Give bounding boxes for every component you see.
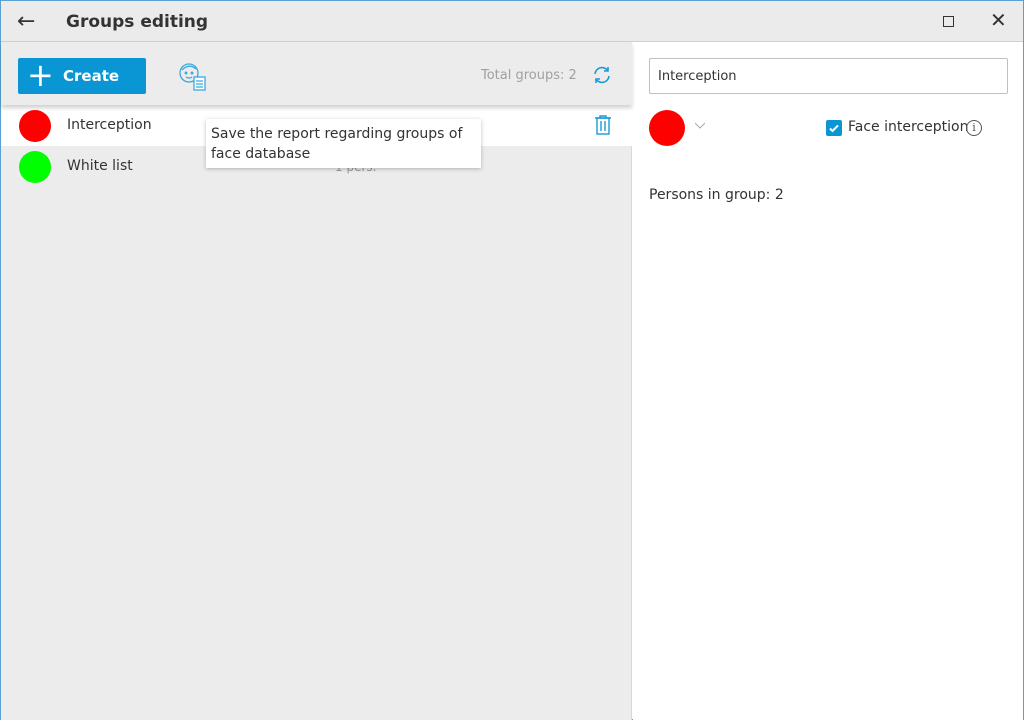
maximize-icon[interactable]: [943, 16, 954, 27]
create-button[interactable]: + Create: [18, 58, 146, 94]
group-name: Interception: [67, 117, 152, 133]
refresh-icon[interactable]: [591, 64, 613, 86]
trash-icon[interactable]: [594, 114, 612, 136]
group-color-dot: [19, 151, 51, 183]
face-report-icon[interactable]: [177, 60, 209, 92]
color-picker[interactable]: [649, 110, 685, 146]
group-name-input[interactable]: [649, 58, 1008, 94]
create-label: Create: [63, 67, 120, 85]
back-arrow-icon[interactable]: ←: [17, 9, 35, 34]
window: ← Groups editing ✕ + Create Total groups…: [0, 0, 1024, 720]
group-name: White list: [67, 158, 133, 174]
face-interception-checkbox[interactable]: [826, 120, 842, 136]
face-interception-label: Face interception: [848, 119, 969, 135]
chevron-down-icon[interactable]: [695, 120, 705, 130]
group-color-dot: [19, 110, 51, 142]
total-groups: Total groups: 2: [481, 68, 577, 83]
tooltip: Save the report regarding groups of face…: [206, 119, 481, 168]
persons-in-group: Persons in group: 2: [649, 187, 784, 203]
info-icon[interactable]: i: [966, 120, 982, 136]
close-icon[interactable]: ✕: [990, 8, 1007, 32]
window-title: Groups editing: [66, 12, 209, 32]
plus-icon: +: [27, 56, 54, 94]
title-bar: ← Groups editing ✕: [1, 1, 1023, 42]
group-details-panel: Face interception i Persons in group: 2: [633, 42, 1023, 720]
toolbar: + Create Total groups: 2: [1, 42, 632, 105]
checkmark-icon: [829, 124, 839, 133]
